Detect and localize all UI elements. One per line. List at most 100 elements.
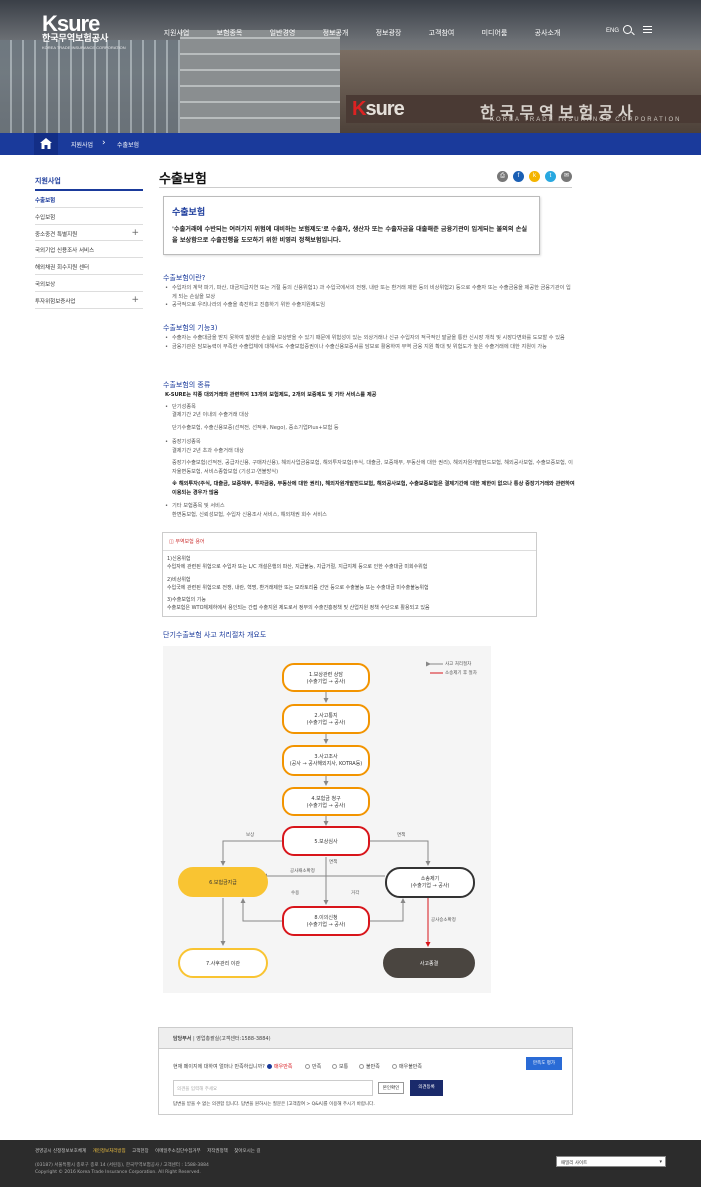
nav-item[interactable]: 공사소개	[521, 28, 574, 38]
section-title-what: 수출보험이란?	[163, 274, 206, 282]
radio-very-satisfied[interactable]: 매우만족	[267, 1063, 292, 1070]
terms-title-text: 무역보험 용어	[175, 539, 205, 545]
terms-title: ◫ 무역보험 용어	[169, 539, 205, 545]
flow-node-objection: 8.이의신청 (수출기업 → 공사)	[282, 906, 370, 936]
home-icon[interactable]	[34, 133, 58, 155]
nav-item[interactable]: 정보공개	[309, 28, 362, 38]
title-divider	[159, 187, 572, 188]
sidebar-item-export-insurance[interactable]: 수출보험	[35, 191, 143, 208]
twitter-icon[interactable]: t	[545, 171, 556, 182]
node-label: 7.사후관리 이관	[206, 961, 240, 967]
radio-unsatisfied[interactable]: 불만족	[359, 1063, 380, 1070]
sidebar-item-label: 국외기업 신용조사 서비스	[35, 248, 95, 255]
logo-en: KOREA TRADE INSURANCE CORPORATION	[42, 45, 126, 50]
nav-item[interactable]: 지원사업	[150, 28, 203, 38]
term-heading: 3)수출보험의 기능	[167, 597, 206, 604]
node-label: 5.보상심사	[314, 839, 338, 845]
footer-link[interactable]: 이메일주소집단수집거부	[155, 1149, 201, 1154]
footer-link-privacy[interactable]: 개인정보처리방침	[93, 1149, 126, 1154]
sidebar-item-label: 중소중견 특별지원	[35, 231, 78, 238]
logo-text: Ksure	[42, 11, 100, 36]
survey-header: 담당부서 | 영업총괄실(고객센터:1588-3884)	[159, 1028, 572, 1049]
sidebar-item-investment-guarantee[interactable]: 투자위험보증사업 +	[35, 292, 143, 309]
sidebar-item-label: 수입보험	[35, 214, 56, 221]
breadcrumb-level2[interactable]: 수출보험	[117, 140, 139, 149]
flow-label-pay: 보상	[246, 833, 255, 838]
flow-label-exempt2: 면책	[329, 860, 338, 865]
breadcrumb-level1[interactable]: 지원사업	[71, 140, 93, 149]
footer-link[interactable]: 고객헌장	[132, 1149, 149, 1154]
function-list: 수출자는 수출대금을 받지 못하여 발생한 손실을 보상받을 수 있기 때문에 …	[165, 334, 575, 351]
mail-icon[interactable]: ✉	[561, 171, 572, 182]
main-nav: 지원사업 보험종목 일반경영 정보공개 정보광장 고객참여 미디어룸 공사소개	[150, 28, 574, 38]
submit-opinion-button[interactable]: 의견등록	[410, 1080, 443, 1096]
sidebar-title: 지원사업	[35, 176, 143, 191]
list-desc: 결제기간 2년 초과 수출거래 대상	[172, 447, 244, 454]
flow-node-consult: 1.보상관련 상담 (수출기업 → 공사)	[282, 663, 370, 692]
plus-icon[interactable]: +	[131, 228, 139, 238]
footer: 경영공시 신정정보보호체계 개인정보처리방침 고객헌장 이메일주소집단수집거부 …	[0, 1140, 701, 1187]
menu-icon[interactable]	[643, 26, 652, 33]
language-link[interactable]: ENG	[606, 28, 619, 34]
sidebar-item-credit-survey[interactable]: 국외기업 신용조사 서비스	[35, 241, 143, 259]
sidebar-item-label: 투자위험보증사업	[35, 298, 76, 305]
sidebar-item-sme-support[interactable]: 중소중견 특별지원 +	[35, 225, 143, 242]
node-label: 3.사고조사	[314, 754, 338, 760]
footer-links: 경영공시 신정정보보호체계 개인정보처리방침 고객헌장 이메일주소집단수집거부 …	[35, 1148, 266, 1154]
family-site-select[interactable]: 패밀리 사이트	[556, 1156, 666, 1167]
flow-node-notify: 2.사고통지 (수출기업 → 공사)	[282, 704, 370, 734]
nav-item[interactable]: 미디어룸	[468, 28, 521, 38]
flow-label-exempt: 면책	[397, 833, 406, 838]
breadcrumb: 지원사업 › 수출보험	[0, 133, 701, 155]
chevron-right-icon: ›	[102, 138, 106, 148]
opinion-input[interactable]: 의견을 입력해 주세요	[173, 1080, 373, 1096]
search-icon[interactable]	[623, 25, 632, 34]
sidebar-item-import-insurance[interactable]: 수입보험	[35, 208, 143, 225]
share-bar: ⎙ f k t ✉	[497, 171, 572, 182]
footer-link[interactable]: 저작권정책	[207, 1149, 228, 1154]
radio-icon	[332, 1064, 337, 1069]
node-label: 4.보험금 청구	[311, 796, 341, 802]
flow-node-aftercare: 7.사후관리 이관	[178, 948, 268, 978]
nav-item[interactable]: 정보광장	[362, 28, 415, 38]
list-note: ※ 해외투자(주식, 대출금, 보증채무, 투자금융, 부동산에 대한 권리),…	[172, 481, 575, 496]
node-label: 6.보험금지급	[209, 880, 237, 886]
radio-icon	[305, 1064, 310, 1069]
kakao-icon[interactable]: k	[529, 171, 540, 182]
page-title: 수출보험	[159, 172, 207, 187]
print-icon[interactable]: ⎙	[497, 171, 508, 182]
logo-kr: 한국무역보험공사	[42, 34, 109, 44]
radio-satisfied[interactable]: 만족	[305, 1063, 321, 1070]
site-logo[interactable]: Ksure 한국무역보험공사 KOREA TRADE INSURANCE COR…	[42, 11, 126, 51]
sidebar-item-overseas-compensation[interactable]: 국외보상	[35, 275, 143, 292]
captcha-button[interactable]: 본인확인	[378, 1082, 404, 1094]
nav-item[interactable]: 보험종목	[203, 28, 256, 38]
flow-node-review: 5.보상심사	[282, 826, 370, 856]
radio-label: 불만족	[366, 1064, 380, 1070]
radio-very-unsatisfied[interactable]: 매우불만족	[392, 1063, 422, 1070]
node-sub: (수출기업 → 공사)	[306, 679, 346, 685]
sidebar-item-label: 해외채권 회수지원 센터	[35, 265, 90, 272]
nav-item[interactable]: 일반경영	[256, 28, 309, 38]
list-item: 수출자는 수출대금을 받지 못하여 발생한 손실을 보상받을 수 있기 때문에 …	[165, 334, 575, 343]
rate-button[interactable]: 만족도 평가	[526, 1057, 562, 1070]
radio-neutral[interactable]: 보통	[332, 1063, 348, 1070]
copyright-text: Copyright © 2016 Korea Trade Insurance C…	[35, 1170, 201, 1175]
plus-icon[interactable]: +	[131, 295, 139, 305]
term-heading: 2)비상위험	[167, 576, 191, 583]
satisfaction-survey: 담당부서 | 영업총괄실(고객센터:1588-3884) 현재 페이지에 대하여…	[158, 1027, 573, 1115]
sidebar-item-collection-center[interactable]: 해외채권 회수지원 센터	[35, 258, 143, 275]
radio-icon	[392, 1064, 397, 1069]
facebook-icon[interactable]: f	[513, 171, 524, 182]
nav-item[interactable]: 고객참여	[415, 28, 468, 38]
flow-label-accept: 수용	[291, 891, 300, 896]
section-title-function: 수출보험의 기능3)	[163, 324, 218, 332]
summary-body: '수출거래에 수반되는 여러가지 위험에 대비하는 보험제도'로 수출자, 생산…	[172, 226, 528, 244]
node-label: 사고종결	[419, 961, 439, 967]
footer-link[interactable]: 경영공시 신정정보보호체계	[35, 1149, 86, 1154]
flow-label-reject: 거각	[351, 891, 360, 896]
legend-process: 사고 처리절차	[445, 662, 472, 667]
survey-notice: 답변을 받을 수 없는 의견함 입니다. 답변을 원하시는 질문은 [고객참여 …	[173, 1102, 375, 1107]
hero-sign-en: KOREA TRADE INSURANCE CORPORATION	[490, 117, 682, 123]
footer-link[interactable]: 찾아오시는 길	[234, 1149, 260, 1154]
